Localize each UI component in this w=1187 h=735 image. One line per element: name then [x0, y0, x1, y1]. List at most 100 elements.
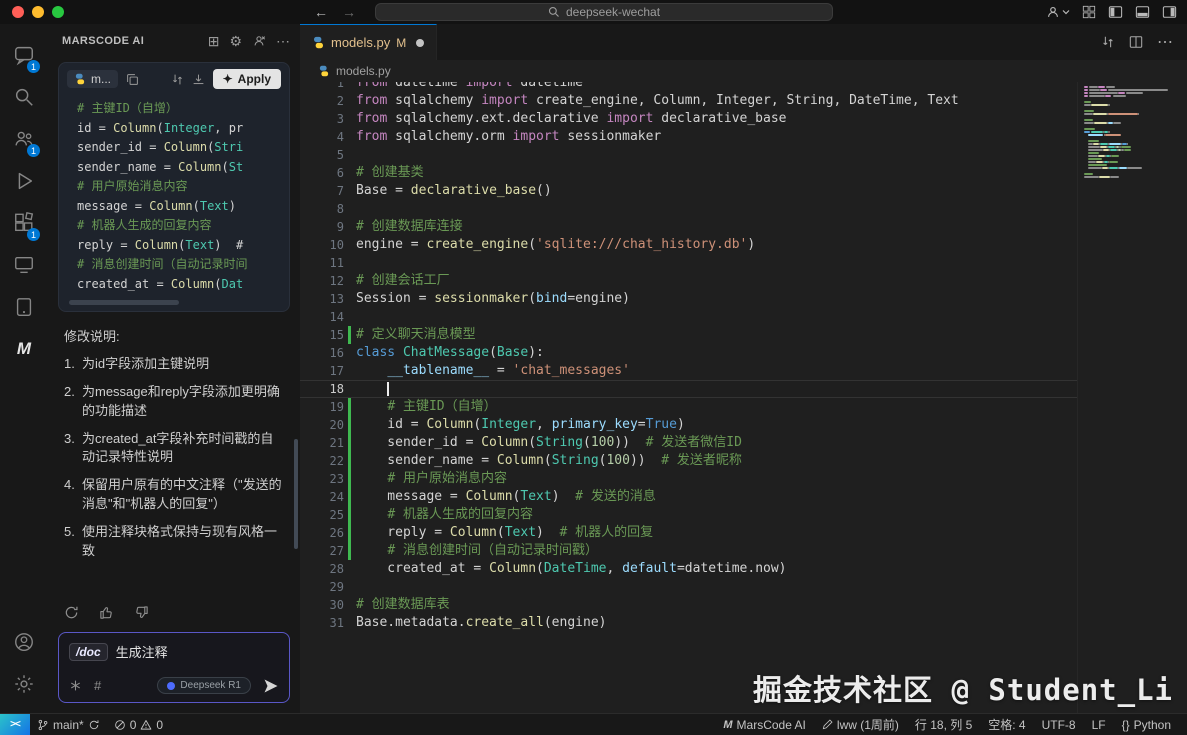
- code-line-18[interactable]: 18: [300, 380, 1187, 398]
- remote-explorer-icon[interactable]: [2, 244, 46, 286]
- doc-command-chip[interactable]: /doc: [69, 643, 108, 661]
- apply-button[interactable]: ✦ Apply: [213, 69, 281, 89]
- code-line-28[interactable]: 28 created_at = Column(DateTime, default…: [300, 560, 1187, 578]
- code-line-12[interactable]: 12# 创建会话工厂: [300, 272, 1187, 290]
- code-line-24[interactable]: 24 message = Column(Text) # 发送的消息: [300, 488, 1187, 506]
- note-4: 保留用户原有的中文注释（"发送的消息"和"机器人的回复"）: [64, 476, 284, 514]
- history-icon[interactable]: [252, 34, 266, 48]
- extensions-icon[interactable]: 1: [2, 202, 46, 244]
- code-line-10[interactable]: 10engine = create_engine('sqlite:///chat…: [300, 236, 1187, 254]
- cursor-position-item[interactable]: 行 18, 列 5: [907, 714, 980, 735]
- code-line-27[interactable]: 27 # 消息创建时间（自动记录时间戳）: [300, 542, 1187, 560]
- diff-line-2: id = Column(Integer, pr: [77, 119, 281, 139]
- code-line-4[interactable]: 4from sqlalchemy.orm import sessionmaker: [300, 128, 1187, 146]
- code-line-30[interactable]: 30# 创建数据库表: [300, 596, 1187, 614]
- command-center-search[interactable]: deepseek-wechat: [375, 3, 833, 21]
- marscode-ai-icon[interactable]: M: [2, 328, 46, 370]
- model-selector[interactable]: Deepseek R1: [157, 677, 251, 694]
- compare-changes-icon[interactable]: [171, 73, 184, 86]
- code-editor[interactable]: 1from datetime import datetime2from sqla…: [300, 82, 1187, 713]
- file-chip[interactable]: m...: [67, 70, 118, 88]
- code-line-6[interactable]: 6# 创建基类: [300, 164, 1187, 182]
- problems-item[interactable]: 0 0: [107, 714, 170, 735]
- code-line-20[interactable]: 20 id = Column(Integer, primary_key=True…: [300, 416, 1187, 434]
- panel-settings-icon[interactable]: ⚙: [229, 34, 242, 48]
- search-sidebar-icon[interactable]: [2, 76, 46, 118]
- account-sidebar-icon[interactable]: [2, 621, 46, 663]
- new-chat-icon[interactable]: ⊞: [208, 34, 220, 48]
- code-line-13[interactable]: 13Session = sessionmaker(bind=engine): [300, 290, 1187, 308]
- code-line-9[interactable]: 9# 创建数据库连接: [300, 218, 1187, 236]
- indentation-item[interactable]: 空格: 4: [980, 714, 1033, 735]
- marscode-status-item[interactable]: M MarsCode AI: [715, 714, 814, 735]
- code-line-5[interactable]: 5: [300, 146, 1187, 164]
- eol-item[interactable]: LF: [1084, 714, 1114, 735]
- customize-layout-icon[interactable]: [1082, 5, 1096, 19]
- run-debug-icon[interactable]: [2, 160, 46, 202]
- remote-indicator[interactable]: ><: [0, 714, 30, 735]
- diff-line-5: # 用户原始消息内容: [77, 177, 281, 197]
- more-actions-icon[interactable]: ⋯: [1157, 32, 1173, 52]
- code-line-2[interactable]: 2from sqlalchemy import create_engine, C…: [300, 92, 1187, 110]
- diff-horizontal-scrollbar[interactable]: [69, 300, 179, 305]
- minimize-window-button[interactable]: [32, 6, 44, 18]
- split-editor-icon[interactable]: [1129, 35, 1143, 49]
- code-line-14[interactable]: 14: [300, 308, 1187, 326]
- devices-icon[interactable]: [2, 286, 46, 328]
- compare-icon[interactable]: [1101, 35, 1115, 49]
- code-line-23[interactable]: 23 # 用户原始消息内容: [300, 470, 1187, 488]
- thumbs-up-icon[interactable]: [99, 605, 114, 620]
- ai-chat-icon[interactable]: 1: [2, 34, 46, 76]
- diff-code[interactable]: # 主键ID（自增）id = Column(Integer, prsender_…: [67, 97, 281, 296]
- profile-button[interactable]: [1046, 5, 1070, 19]
- context-hash-icon[interactable]: #: [94, 678, 101, 693]
- code-line-29[interactable]: 29: [300, 578, 1187, 596]
- language-mode-item[interactable]: {} Python: [1114, 714, 1179, 735]
- code-line-7[interactable]: 7Base = declarative_base(): [300, 182, 1187, 200]
- window-controls[interactable]: [12, 6, 64, 18]
- code-line-8[interactable]: 8: [300, 200, 1187, 218]
- code-line-19[interactable]: 19 # 主键ID（自增）: [300, 398, 1187, 416]
- settings-gear-icon[interactable]: [2, 663, 46, 705]
- code-line-25[interactable]: 25 # 机器人生成的回复内容: [300, 506, 1187, 524]
- unsaved-dot-icon[interactable]: [416, 39, 424, 47]
- send-icon[interactable]: [263, 678, 279, 694]
- minimap[interactable]: [1077, 82, 1187, 713]
- note-1: 为id字段添加主键说明: [64, 355, 284, 374]
- chat-input-box[interactable]: /doc 生成注释 # Deepseek R1: [58, 632, 290, 703]
- toggle-panel-bottom-icon[interactable]: [1135, 5, 1150, 19]
- python-file-icon: [74, 73, 86, 85]
- navigate-forward-icon[interactable]: →: [342, 4, 356, 20]
- regenerate-icon[interactable]: [64, 605, 79, 620]
- code-line-1[interactable]: 1from datetime import datetime: [300, 82, 1187, 92]
- git-blame-item[interactable]: lww (1周前): [814, 714, 907, 735]
- code-line-17[interactable]: 17 __tablename__ = 'chat_messages': [300, 362, 1187, 380]
- sidebar-scrollbar[interactable]: [294, 439, 298, 549]
- insert-code-icon[interactable]: [192, 73, 205, 86]
- maximize-window-button[interactable]: [52, 6, 64, 18]
- close-window-button[interactable]: [12, 6, 24, 18]
- copy-icon[interactable]: [126, 73, 139, 86]
- encoding-item[interactable]: UTF-8: [1034, 714, 1084, 735]
- toggle-sidebar-right-icon[interactable]: [1162, 5, 1177, 19]
- navigate-back-icon[interactable]: ←: [314, 4, 328, 20]
- thumbs-down-icon[interactable]: [134, 605, 149, 620]
- code-line-26[interactable]: 26 reply = Column(Text) # 机器人的回复: [300, 524, 1187, 542]
- toggle-sidebar-left-icon[interactable]: [1108, 5, 1123, 19]
- code-line-11[interactable]: 11: [300, 254, 1187, 272]
- skills-icon[interactable]: [69, 679, 82, 692]
- code-line-16[interactable]: 16class ChatMessage(Base):: [300, 344, 1187, 362]
- code-line-22[interactable]: 22 sender_name = Column(String(100)) # 发…: [300, 452, 1187, 470]
- code-line-3[interactable]: 3from sqlalchemy.ext.declarative import …: [300, 110, 1187, 128]
- code-line-15[interactable]: 15# 定义聊天消息模型: [300, 326, 1187, 344]
- code-line-21[interactable]: 21 sender_id = Column(String(100)) # 发送者…: [300, 434, 1187, 452]
- panel-more-icon[interactable]: ⋯: [276, 34, 290, 48]
- code-line-31[interactable]: 31Base.metadata.create_all(engine): [300, 614, 1187, 632]
- breadcrumb[interactable]: models.py: [300, 60, 1187, 82]
- chat-input-value[interactable]: 生成注释: [116, 642, 168, 661]
- branch-item[interactable]: main*: [30, 714, 107, 735]
- warnings-icon: [140, 719, 152, 731]
- sync-icon[interactable]: [88, 719, 100, 731]
- accounts-organization-icon[interactable]: 1: [2, 118, 46, 160]
- tab-models-py[interactable]: models.py M: [300, 24, 437, 60]
